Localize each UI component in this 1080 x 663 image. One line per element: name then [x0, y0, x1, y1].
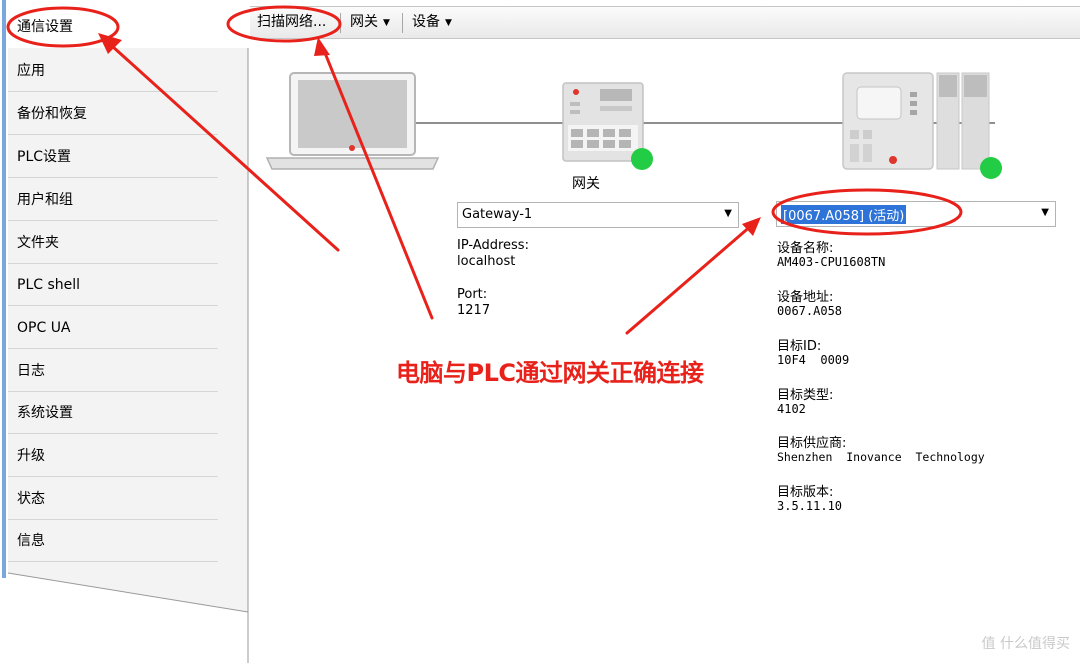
sidebar-item-status[interactable]: 状态	[8, 478, 218, 520]
toolbar: 扫描网络... 网关 ▼ 设备 ▼	[250, 6, 1080, 39]
sidebar-item-users-groups[interactable]: 用户和组	[8, 179, 218, 221]
device-menu-label: 设备	[412, 14, 440, 30]
target-type-value: 4102	[777, 402, 806, 416]
network-diagram: 网关	[250, 40, 1080, 200]
target-type-label: 目标类型:	[777, 388, 834, 403]
port-label: Port:	[457, 287, 488, 302]
ip-address-label: IP-Address:	[457, 238, 529, 253]
device-address-label: 设备地址:	[777, 290, 834, 305]
gateway-status-dot	[631, 148, 653, 170]
sidebar-item-system-settings[interactable]: 系统设置	[8, 392, 218, 434]
target-vendor-value: Shenzhen Inovance Technology	[777, 450, 985, 464]
target-version-label: 目标版本:	[777, 485, 834, 500]
gateway-menu-label: 网关	[350, 14, 378, 30]
plc-status-dot	[980, 157, 1002, 179]
sidebar-item-opc-ua[interactable]: OPC UA	[8, 307, 218, 349]
scan-network-label: 扫描网络...	[257, 14, 327, 30]
toolbar-separator	[340, 13, 341, 33]
device-menu-button[interactable]: 设备 ▼	[412, 7, 452, 38]
annotation-text: 电脑与PLC通过网关正确连接	[396, 359, 704, 387]
laptop-icon[interactable]	[265, 70, 440, 175]
plc-device-icon[interactable]	[840, 70, 1000, 185]
gateway-caption: 网关	[572, 176, 600, 192]
caret-down-icon: ▼	[383, 18, 390, 28]
gateway-menu-button[interactable]: 网关 ▼	[350, 7, 390, 38]
port-value: 1217	[457, 303, 491, 318]
device-name-label: 设备名称:	[777, 241, 834, 256]
sidebar-item-upgrade[interactable]: 升级	[8, 435, 218, 477]
gateway-select-value: Gateway-1	[462, 207, 533, 222]
gateway-select[interactable]: Gateway-1 ▼	[457, 202, 739, 228]
dropdown-arrow-icon: ▼	[1041, 207, 1049, 218]
sidebar-item-plc-settings[interactable]: PLC设置	[8, 136, 218, 178]
device-select[interactable]: [0067.A058] (活动) ▼	[776, 201, 1056, 227]
arrowhead-device	[742, 217, 761, 236]
sidebar: 通信设置 应用 备份和恢复 PLC设置 用户和组 文件夹 PLC shell O…	[0, 0, 250, 663]
caret-down-icon: ▼	[445, 18, 452, 28]
sidebar-item-files[interactable]: 文件夹	[8, 222, 218, 264]
sidebar-item-log[interactable]: 日志	[8, 350, 218, 392]
target-version-value: 3.5.11.10	[777, 499, 843, 513]
device-address-value: 0067.A058	[777, 304, 843, 318]
sidebar-item-plc-shell[interactable]: PLC shell	[8, 264, 218, 306]
device-select-value: [0067.A058] (活动)	[781, 205, 907, 224]
sidebar-item-application[interactable]: 应用	[8, 50, 218, 92]
toolbar-separator	[402, 13, 403, 33]
sidebar-item-backup-restore[interactable]: 备份和恢复	[8, 93, 218, 135]
target-id-value: 10F4 0009	[777, 353, 850, 367]
ip-address-value: localhost	[457, 254, 516, 269]
arrow-line-device	[625, 223, 754, 335]
scan-network-button[interactable]: 扫描网络...	[257, 7, 326, 38]
target-id-label: 目标ID:	[777, 339, 822, 354]
device-name-value: AM403-CPU1608TN	[777, 255, 886, 269]
dropdown-arrow-icon: ▼	[724, 208, 732, 219]
target-vendor-label: 目标供应商:	[777, 436, 847, 451]
sidebar-item-info[interactable]: 信息	[8, 520, 218, 562]
watermark: 值 什么值得买	[981, 636, 1070, 652]
sidebar-item-communication-settings[interactable]: 通信设置	[8, 6, 218, 48]
